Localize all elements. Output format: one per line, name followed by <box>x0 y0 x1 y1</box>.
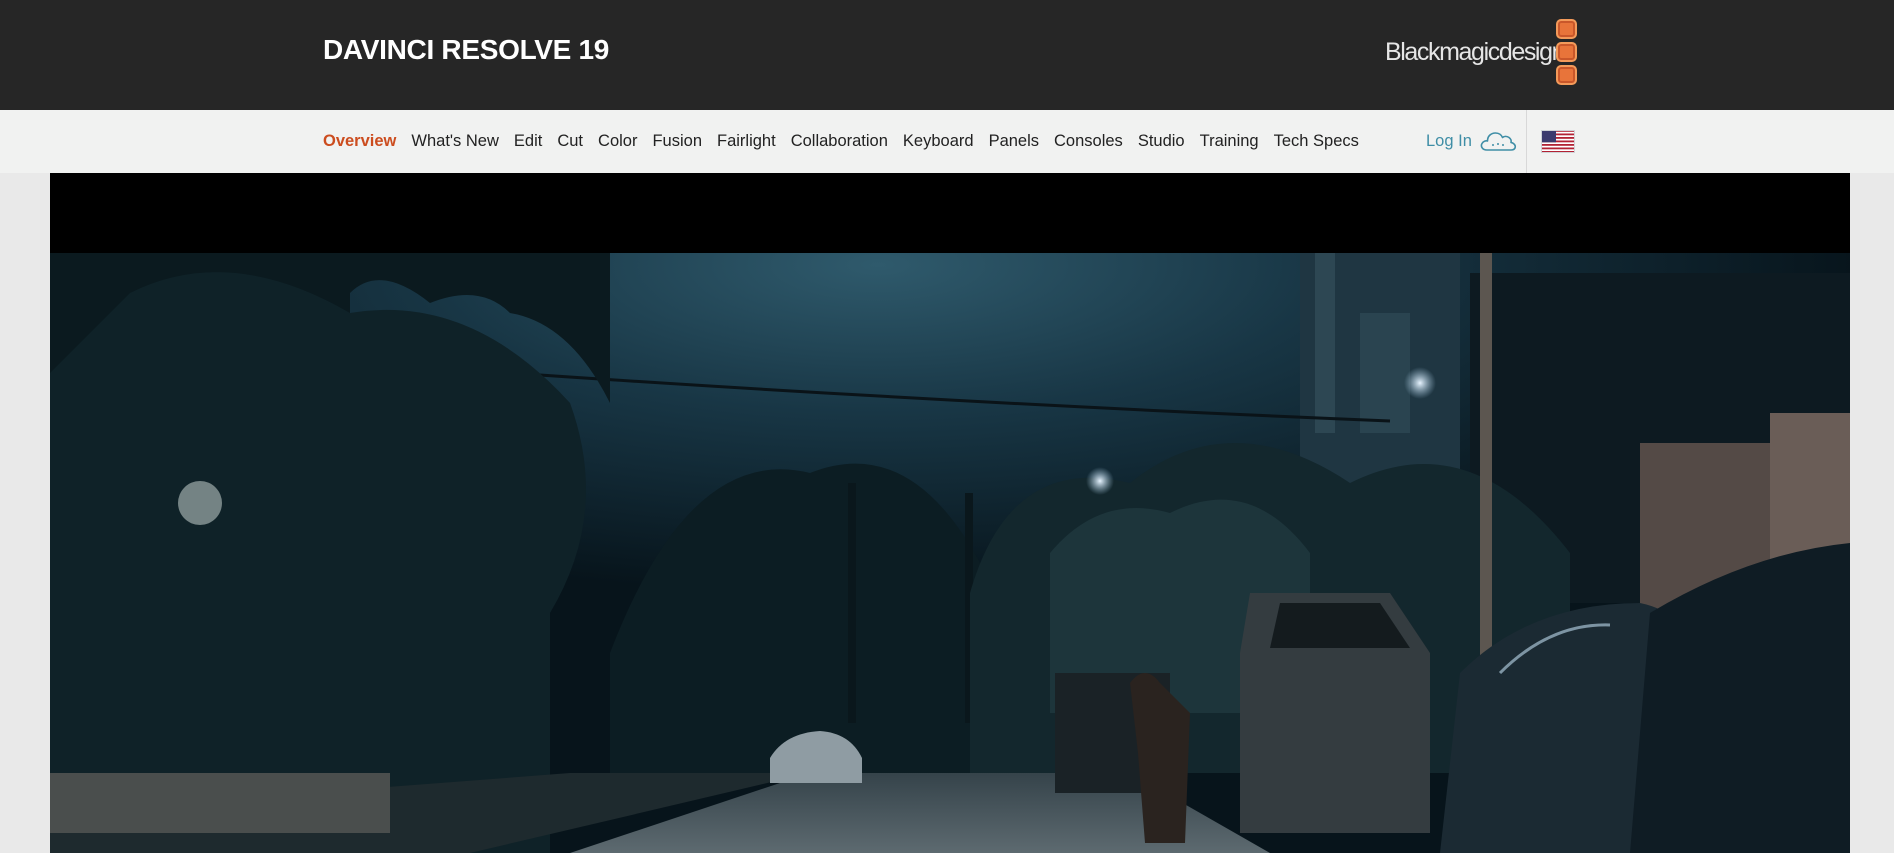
login-label: Log In <box>1426 131 1472 150</box>
subnav-item-training: Training <box>1200 132 1259 151</box>
brand-square <box>1556 19 1577 39</box>
hero-banner <box>50 173 1850 853</box>
subnav-item-keyboard: Keyboard <box>903 132 974 151</box>
cloud-icon <box>1480 132 1516 151</box>
nav-link-training[interactable]: Training <box>1200 132 1259 150</box>
brand-square <box>1556 42 1577 62</box>
hero-night-street-image <box>50 253 1850 853</box>
subnav-item-collaboration: Collaboration <box>791 132 888 151</box>
nav-divider <box>1526 110 1527 173</box>
nav-link-edit[interactable]: Edit <box>514 132 542 150</box>
subnav-item-fusion: Fusion <box>652 132 702 151</box>
nav-link-fusion[interactable]: Fusion <box>652 132 702 150</box>
nav-link-keyboard[interactable]: Keyboard <box>903 132 974 150</box>
product-subnav: Overview What's New Edit Cut Color Fusio… <box>0 110 1894 173</box>
login-link[interactable]: Log In <box>1426 126 1517 156</box>
hero-letterbox <box>50 173 1850 253</box>
subnav-item-tech-specs: Tech Specs <box>1274 132 1359 151</box>
subnav-item-panels: Panels <box>989 132 1039 151</box>
nav-link-collaboration[interactable]: Collaboration <box>791 132 888 150</box>
nav-link-whats-new[interactable]: What's New <box>411 132 499 150</box>
subnav-item-overview: Overview <box>323 132 396 151</box>
site-header: DAVINCI RESOLVE 19 Blackmagicdesign <box>0 0 1894 110</box>
nav-link-color[interactable]: Color <box>598 132 637 150</box>
subnav-item-color: Color <box>598 132 637 151</box>
subnav-item-edit: Edit <box>514 132 542 151</box>
subnav-item-whats-new: What's New <box>411 132 499 151</box>
brand-square <box>1556 65 1577 85</box>
nav-link-cut[interactable]: Cut <box>557 132 583 150</box>
subnav-item-fairlight: Fairlight <box>717 132 776 151</box>
subnav-item-studio: Studio <box>1138 132 1185 151</box>
blackmagic-logo[interactable]: Blackmagicdesign <box>1385 18 1577 86</box>
nav-link-consoles[interactable]: Consoles <box>1054 132 1123 150</box>
nav-link-tech-specs[interactable]: Tech Specs <box>1274 132 1359 150</box>
subnav-item-consoles: Consoles <box>1054 132 1123 151</box>
nav-link-studio[interactable]: Studio <box>1138 132 1185 150</box>
subnav-list: Overview What's New Edit Cut Color Fusio… <box>323 110 1374 173</box>
product-title-link[interactable]: DAVINCI RESOLVE 19 <box>323 30 609 70</box>
nav-link-overview[interactable]: Overview <box>323 132 396 150</box>
nav-link-panels[interactable]: Panels <box>989 132 1039 150</box>
nav-link-fairlight[interactable]: Fairlight <box>717 132 776 150</box>
us-flag-icon[interactable] <box>1541 130 1575 153</box>
subnav-item-cut: Cut <box>557 132 583 151</box>
brand-squares-icon <box>1556 19 1577 85</box>
brand-wordmark: Blackmagicdesign <box>1385 37 1565 66</box>
